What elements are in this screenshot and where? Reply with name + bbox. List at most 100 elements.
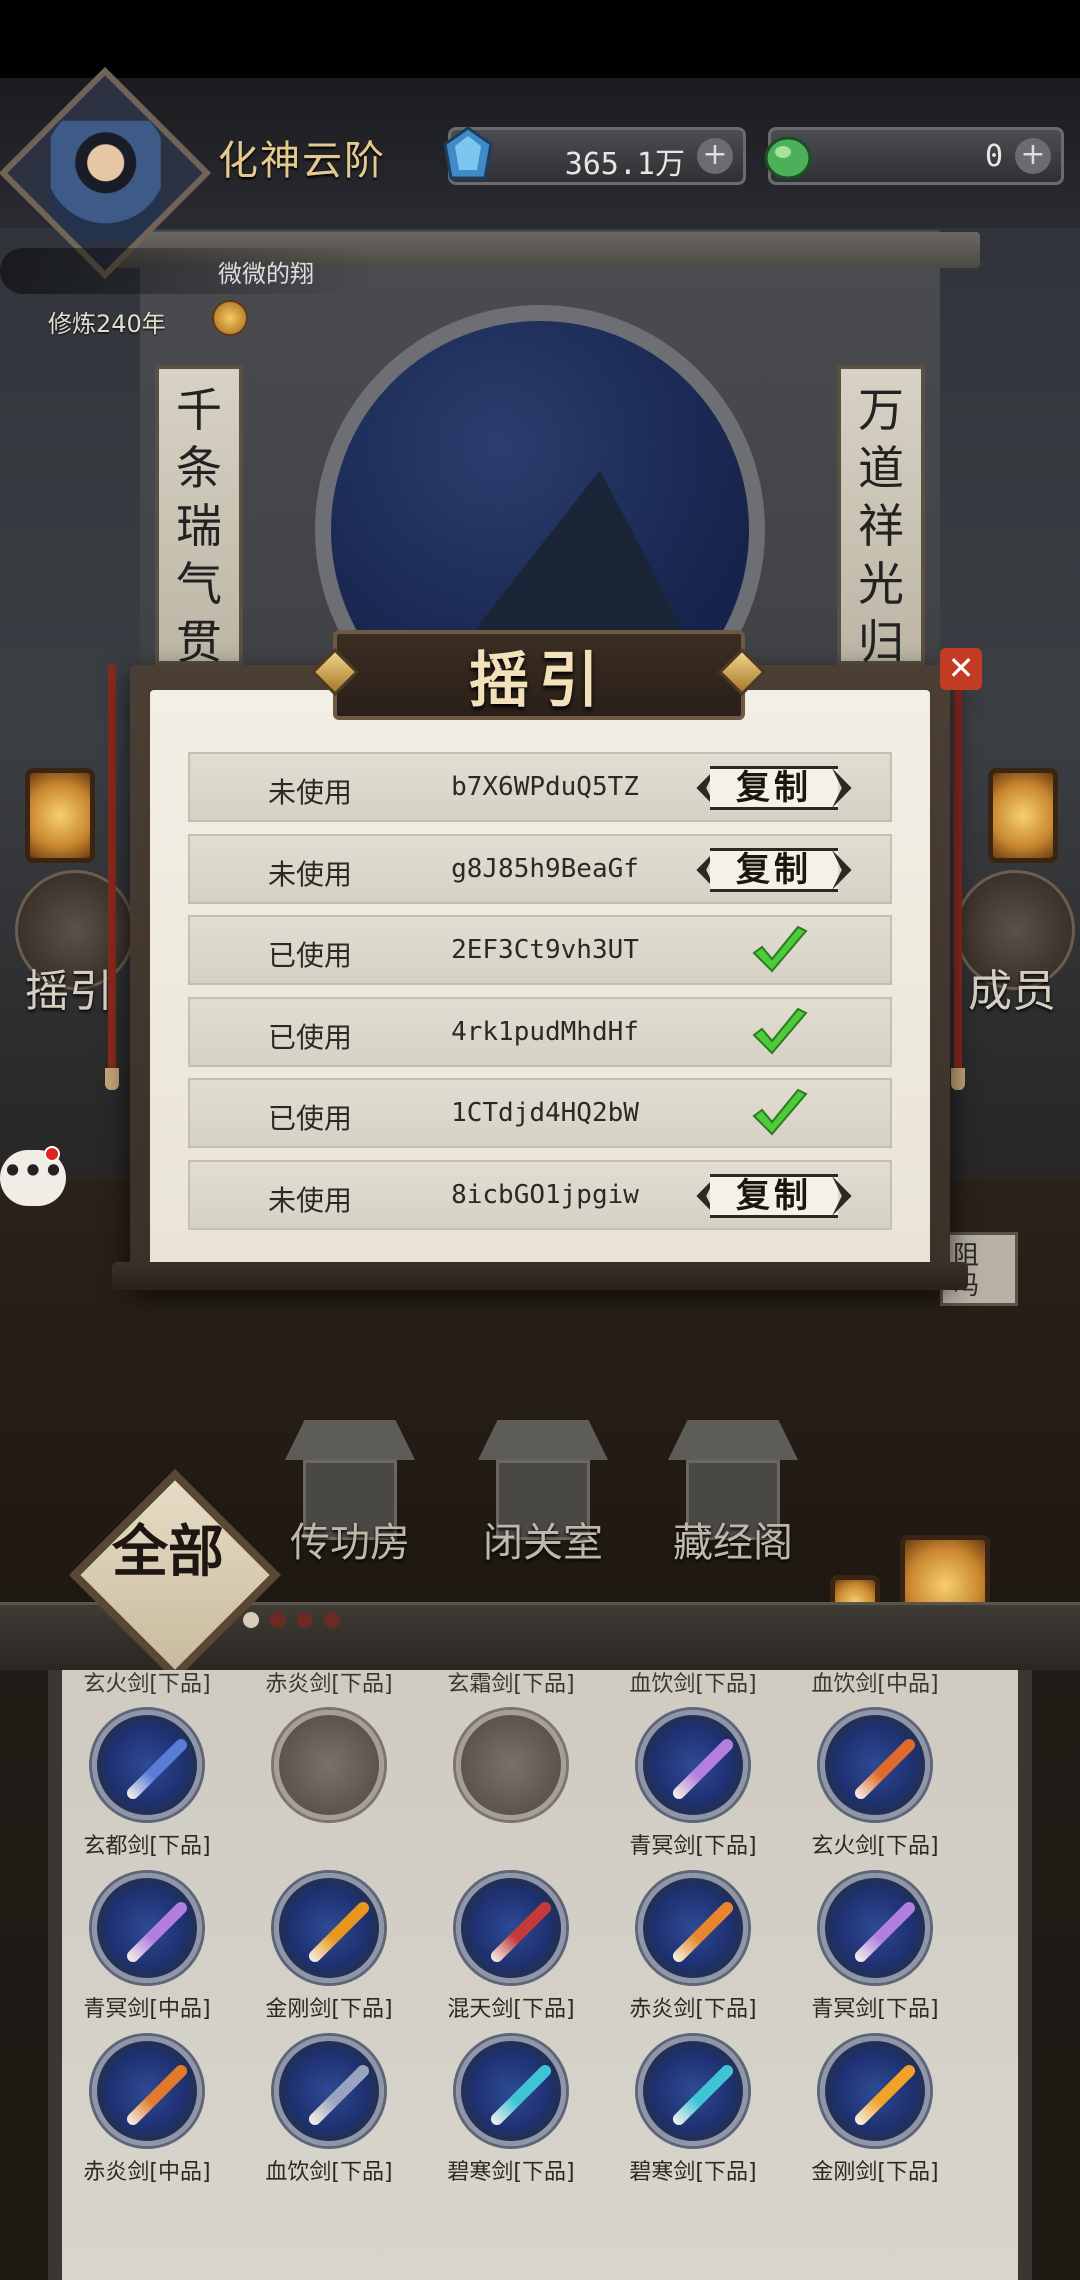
jade-add-button[interactable]: + [697, 138, 733, 174]
inventory-item[interactable]: 碧寒剑[下品] [436, 2036, 586, 2196]
side-label-right[interactable]: 成员 [968, 955, 1056, 1019]
used-check-icon [752, 1007, 808, 1055]
gold-coin-icon[interactable] [212, 300, 248, 336]
sword-blade [306, 1899, 372, 1965]
inventory-item[interactable]: 玄都剑[下品] [72, 1710, 222, 1870]
invite-code-status: 已使用 [267, 1021, 352, 1054]
inventory-item[interactable]: 金刚剑[下品] [800, 2036, 950, 2196]
copy-button-label[interactable]: 复制 [710, 1174, 838, 1218]
scroll-rod-left [108, 665, 116, 1090]
inventory-item[interactable] [254, 1710, 404, 1870]
sword-icon [820, 2036, 930, 2146]
invite-code-value: g8J85h9BeaGf [451, 854, 639, 884]
inventory-clipped-label: 血饮剑[下品] [629, 1672, 757, 1697]
copy-button[interactable]: 复制 [688, 1170, 860, 1222]
page-dot [324, 1612, 341, 1628]
inventory-item-label: 青冥剑[下品] [629, 1834, 757, 1859]
sword-blade [124, 1736, 190, 1802]
invite-code-status: 已使用 [267, 939, 352, 972]
inventory-item[interactable]: 碧寒剑[下品] [618, 2036, 768, 2196]
avatar-portrait [50, 120, 161, 241]
invite-code-value: 1CTdjd4HQ2bW [451, 1098, 639, 1128]
spirit-add-button[interactable]: + [1015, 138, 1051, 174]
inventory-panel: 玄火剑[下品] 赤炎剑[下品] 玄霜剑[下品] 血饮剑[下品] 血饮剑[中品] 玄都剑[… [48, 1670, 1032, 2280]
sword-blade [670, 2062, 736, 2128]
inventory-item-label: 混天剑[下品] [447, 1997, 575, 2022]
chat-notification-dot [44, 1146, 60, 1162]
invite-code-value: 2EF3Ct9vh3UT [451, 935, 639, 965]
empty-slot-icon [456, 1710, 566, 1820]
scroll-rod-right [954, 665, 962, 1090]
sword-blade [124, 1899, 190, 1965]
inventory-item-label: 金刚剑[下品] [265, 1997, 393, 2022]
copy-button-label[interactable]: 复制 [710, 848, 838, 892]
inventory-item-label: 玄火剑[下品] [811, 1834, 939, 1859]
sword-blade [306, 2062, 372, 2128]
inventory-item-label: 血饮剑[下品] [265, 2160, 393, 2185]
used-check-icon [752, 925, 808, 973]
status-bar [0, 0, 1080, 78]
inventory-clipped-label: 赤炎剑[下品] [265, 1672, 393, 1697]
realm-title: 化神云阶 [218, 138, 386, 184]
sword-icon [456, 2036, 566, 2146]
sword-blade [670, 1736, 736, 1802]
invite-code-row: 未使用 8icbGO1jpgiw 复制 [188, 1160, 892, 1230]
inventory-item[interactable]: 血饮剑[下品] [254, 2036, 404, 2196]
category-badge-label[interactable]: 全部 [112, 1520, 242, 1584]
invite-code-row: 已使用 4rk1pudMhdHf [188, 997, 892, 1067]
inventory-item[interactable]: 青冥剑[下品] [800, 1873, 950, 2033]
inventory-item[interactable]: 青冥剑[中品] [72, 1873, 222, 2033]
copy-button[interactable]: 复制 [688, 844, 860, 896]
building-label-chuangong[interactable]: 传功房 [275, 1510, 425, 1568]
lantern-left [25, 768, 95, 863]
inventory-item-label: 金刚剑[下品] [811, 2160, 939, 2185]
page-dot-active [243, 1612, 259, 1628]
sword-blade [670, 1899, 736, 1965]
sword-blade [124, 2062, 190, 2128]
sword-icon [274, 2036, 384, 2146]
lantern-right [988, 768, 1058, 863]
inventory-item[interactable]: 玄火剑[下品] [800, 1710, 950, 1870]
inventory-item[interactable] [436, 1710, 586, 1870]
scroll-bottom-rod [112, 1262, 968, 1290]
invite-code-status: 未使用 [267, 858, 352, 891]
inventory-item-label: 赤炎剑[中品] [83, 2160, 211, 2185]
inventory-item-label: 碧寒剑[下品] [447, 2160, 575, 2185]
invite-code-value: b7X6WPduQ5TZ [451, 772, 639, 802]
nickname-bar [0, 248, 370, 294]
building-label-cangjing[interactable]: 藏经阁 [658, 1510, 808, 1568]
jade-amount: 365.1万 [564, 147, 685, 182]
invite-code-row: 未使用 g8J85h9BeaGf 复制 [188, 834, 892, 904]
sword-blade [488, 2062, 554, 2128]
inventory-item[interactable]: 混天剑[下品] [436, 1873, 586, 2033]
jade-icon [443, 126, 493, 180]
side-label-left[interactable]: 摇引 [25, 955, 113, 1019]
close-button[interactable]: ✕ [940, 648, 982, 690]
couplet-left: 千条瑞气贯 [155, 365, 243, 669]
inventory-item[interactable]: 青冥剑[下品] [618, 1710, 768, 1870]
building-label-biguan[interactable]: 闭关室 [468, 1510, 618, 1568]
tassel-right [951, 1068, 965, 1090]
sword-icon [274, 1873, 384, 1983]
sword-icon [92, 1873, 202, 1983]
invite-code-status: 已使用 [267, 1102, 352, 1135]
inventory-clipped-label: 血饮剑[中品] [811, 1672, 939, 1697]
inventory-item[interactable]: 金刚剑[下品] [254, 1873, 404, 2033]
copy-button-label[interactable]: 复制 [710, 766, 838, 810]
inventory-clipped-row: 玄火剑[下品] 赤炎剑[下品] 玄霜剑[下品] 血饮剑[下品] 血饮剑[中品] [62, 1672, 1018, 1697]
sword-icon [820, 1710, 930, 1820]
inventory-item[interactable]: 赤炎剑[中品] [72, 2036, 222, 2196]
couplet-right: 万道祥光归 [837, 365, 925, 669]
page-dots [243, 1612, 346, 1630]
sword-icon [820, 1873, 930, 1983]
invite-code-value: 8icbGO1jpgiw [451, 1180, 639, 1210]
sword-blade [488, 1899, 554, 1965]
inventory-item-label: 碧寒剑[下品] [629, 2160, 757, 2185]
inventory-item-label: 玄都剑[下品] [83, 1834, 211, 1859]
jade-resource-bar: 365.1万 + [443, 126, 746, 185]
inventory-item-label: 青冥剑[中品] [83, 1997, 211, 2022]
invite-code-row: 已使用 1CTdjd4HQ2bW [188, 1078, 892, 1148]
sword-blade [852, 2062, 918, 2128]
copy-button[interactable]: 复制 [688, 762, 860, 814]
inventory-item[interactable]: 赤炎剑[下品] [618, 1873, 768, 2033]
